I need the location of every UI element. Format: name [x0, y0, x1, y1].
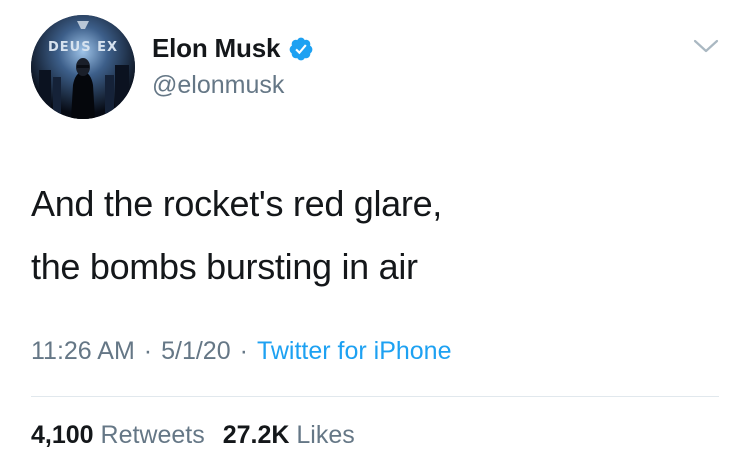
tweet-text-line-1: And the rocket's red glare, [31, 183, 442, 224]
tweet-stats: 4,100 Retweets 27.2K Likes [31, 421, 355, 450]
author-name-row[interactable]: Elon Musk [152, 33, 314, 64]
tweet-time[interactable]: 11:26 AM [31, 337, 135, 365]
author-handle[interactable]: @elonmusk [152, 71, 284, 100]
tweet-metadata: 11:26 AM · 5/1/20 · Twitter for iPhone [31, 337, 451, 366]
tweet-source-link[interactable]: Twitter for iPhone [257, 337, 452, 365]
avatar-logo-text: DEUS EX [48, 40, 118, 55]
retweets-label: Retweets [100, 421, 205, 449]
tweet-text: And the rocket's red glare, the bombs bu… [31, 172, 442, 298]
likes-label: Likes [296, 421, 355, 449]
likes-stat[interactable]: 27.2K Likes [223, 421, 355, 449]
retweets-stat[interactable]: 4,100 Retweets [31, 421, 205, 449]
meta-separator: · [239, 337, 248, 365]
divider [31, 396, 719, 397]
author-display-name[interactable]: Elon Musk [152, 33, 280, 64]
tweet-date[interactable]: 5/1/20 [161, 337, 231, 365]
likes-count: 27.2K [222, 421, 290, 449]
retweets-count: 4,100 [31, 421, 94, 449]
meta-separator: · [143, 337, 153, 365]
avatar-image: DEUS EX [31, 15, 135, 119]
tweet-text-line-2: the bombs bursting in air [31, 246, 418, 287]
chevron-down-icon[interactable] [692, 36, 720, 56]
verified-badge-icon [289, 37, 313, 60]
avatar[interactable]: DEUS EX [31, 15, 135, 119]
